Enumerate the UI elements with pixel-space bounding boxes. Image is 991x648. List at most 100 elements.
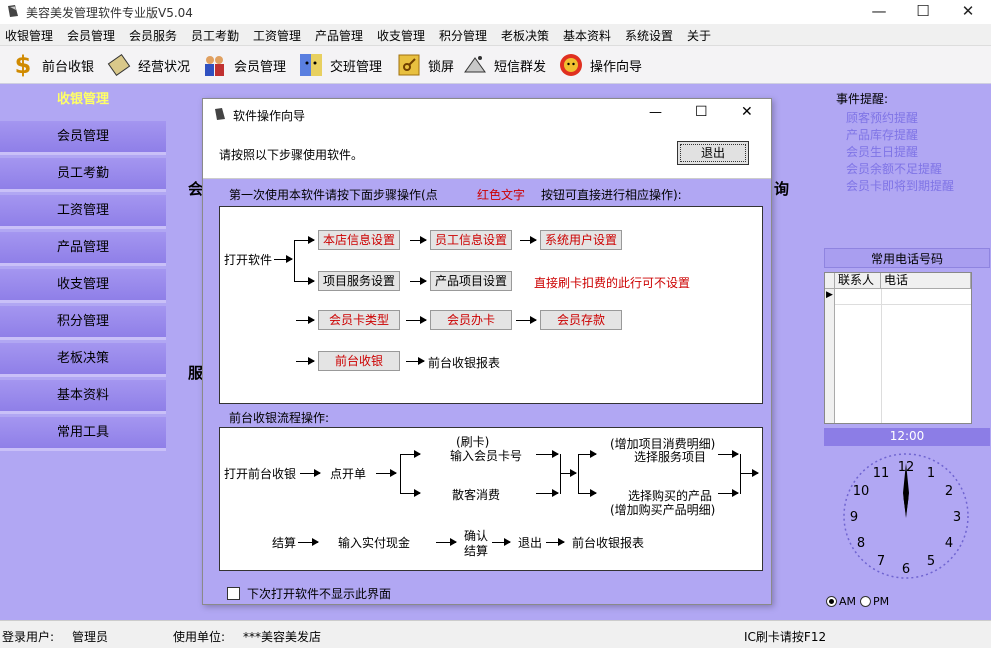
member-card-button[interactable]: 会员办卡: [430, 310, 512, 330]
svg-text:1: 1: [927, 466, 935, 481]
dollar-icon: $: [14, 51, 32, 79]
toolbar-business-button[interactable]: 经营状况: [106, 50, 190, 80]
menu-finance[interactable]: 收支管理: [377, 27, 425, 44]
arrow: [296, 357, 315, 365]
sidebar-item-basic-data[interactable]: 基本资料: [0, 380, 166, 414]
event-link-stock[interactable]: 产品库存提醒: [846, 126, 918, 143]
sidebar-item-boss[interactable]: 老板决策: [0, 343, 166, 377]
sidebar-item-tools[interactable]: 常用工具: [0, 417, 166, 451]
dialog-maximize-button[interactable]: ☐: [695, 104, 708, 120]
arrow: [410, 236, 427, 244]
menu-basic-data[interactable]: 基本资料: [563, 27, 611, 44]
toolbar-members-button[interactable]: 会员管理: [202, 50, 286, 80]
menu-points[interactable]: 积分管理: [439, 27, 487, 44]
menu-bar: 收银管理 会员管理 会员服务 员工考勤 工资管理 产品管理 收支管理 积分管理 …: [0, 24, 991, 46]
toolbar-shift-button[interactable]: 交班管理: [298, 50, 382, 80]
column-header-phone[interactable]: 电话: [881, 273, 971, 289]
first-use-suffix: 按钮可直接进行相应操作):: [541, 188, 682, 202]
cashier-report-label: 前台收银报表: [428, 356, 501, 370]
flow-add-product: (增加购买产品明细): [610, 503, 716, 517]
login-user: 管理员: [72, 630, 109, 644]
arrow: [410, 277, 427, 285]
arrow: [376, 469, 397, 477]
menu-settings[interactable]: 系统设置: [625, 27, 673, 44]
analog-clock: 1212 345 678 91011: [843, 453, 969, 579]
sidebar-item-salary[interactable]: 工资管理: [0, 195, 166, 229]
toolbar-wizard-button[interactable]: 操作向导: [558, 50, 642, 80]
flow-quit: 退出: [518, 536, 543, 550]
menu-products[interactable]: 产品管理: [315, 27, 363, 44]
svg-text:5: 5: [927, 554, 935, 569]
close-button[interactable]: ✕: [945, 0, 991, 24]
arrow: [400, 489, 421, 497]
merge-line: [560, 454, 561, 494]
arrow: [536, 450, 559, 458]
event-link-appointment[interactable]: 顾客预约提醒: [846, 109, 918, 126]
menu-members[interactable]: 会员管理: [67, 27, 115, 44]
arrow: [718, 489, 739, 497]
menu-about[interactable]: 关于: [687, 27, 711, 44]
arrow: [406, 357, 425, 365]
dialog-minimize-button[interactable]: —: [649, 105, 662, 120]
event-link-birthday[interactable]: 会员生日提醒: [846, 143, 918, 160]
toolbar-sms-button[interactable]: 短信群发: [462, 50, 546, 80]
menu-boss[interactable]: 老板决策: [501, 27, 549, 44]
svg-text:8: 8: [857, 536, 865, 551]
dont-show-checkbox[interactable]: [227, 587, 240, 600]
first-use-prefix: 第一次使用本软件请按下面步骤操作(点: [229, 188, 438, 202]
system-user-setup-button[interactable]: 系统用户设置: [540, 230, 623, 250]
sidebar-item-attendance[interactable]: 员工考勤: [0, 158, 166, 192]
phone-list-title: 常用电话号码: [824, 248, 990, 268]
minimize-button[interactable]: —: [856, 0, 902, 24]
am-radio[interactable]: [826, 596, 837, 607]
event-link-balance[interactable]: 会员余额不足提醒: [846, 160, 942, 177]
member-deposit-button[interactable]: 会员存款: [540, 310, 622, 330]
phone-grid[interactable]: 联系人 电话 ▶: [824, 272, 972, 424]
flow-new-order: 点开单: [330, 467, 367, 481]
grid-corner: [825, 273, 835, 289]
sidebar-item-members[interactable]: 会员管理: [0, 121, 166, 155]
arrow: [578, 450, 597, 458]
svg-text:3: 3: [953, 510, 961, 525]
menu-member-service[interactable]: 会员服务: [129, 27, 177, 44]
arrow: [546, 538, 565, 546]
branch-line: [578, 454, 579, 494]
dialog-titlebar: 软件操作向导 — ☐ ✕: [203, 99, 771, 129]
pm-label: PM: [873, 595, 890, 608]
store-info-setup-button[interactable]: 本店信息设置: [318, 230, 401, 250]
dialog-instruction: 请按照以下步骤使用软件。: [219, 148, 364, 162]
service-item-setup-button[interactable]: 项目服务设置: [318, 271, 401, 291]
column-header-contact[interactable]: 联系人: [835, 273, 881, 289]
sidebar-item-finance[interactable]: 收支管理: [0, 269, 166, 303]
flow-title: 前台收银流程操作:: [229, 411, 330, 425]
maximize-button[interactable]: ☐: [900, 0, 946, 24]
sidebar-item-products[interactable]: 产品管理: [0, 232, 166, 266]
menu-salary[interactable]: 工资管理: [253, 27, 301, 44]
sidebar-item-cashier[interactable]: 收银管理: [0, 84, 166, 118]
toolbar-cashier-button[interactable]: $ 前台收银: [10, 50, 94, 80]
exit-button[interactable]: 退出: [677, 141, 749, 165]
sidebar-item-points[interactable]: 积分管理: [0, 306, 166, 340]
svg-text:4: 4: [945, 536, 953, 551]
dialog-app-icon: [215, 108, 225, 120]
event-title: 事件提醒:: [836, 92, 889, 106]
front-cashier-button[interactable]: 前台收银: [318, 351, 400, 371]
toolbar-lock-button[interactable]: 锁屏: [396, 50, 454, 80]
card-type-button[interactable]: 会员卡类型: [318, 310, 400, 330]
staff-info-setup-button[interactable]: 员工信息设置: [430, 230, 513, 250]
menu-attendance[interactable]: 员工考勤: [191, 27, 239, 44]
window-title: 美容美发管理软件专业版V5.04: [26, 6, 193, 20]
flow-confirm-2: 结算: [464, 544, 489, 558]
svg-text:10: 10: [853, 484, 870, 499]
product-item-setup-button[interactable]: 产品项目设置: [430, 271, 513, 291]
dialog-header: 请按照以下步骤使用软件。 退出: [203, 129, 771, 179]
menu-cashier[interactable]: 收银管理: [5, 27, 53, 44]
arrow: [436, 538, 457, 546]
pm-radio[interactable]: [860, 596, 872, 607]
dialog-close-button[interactable]: ✕: [741, 104, 753, 120]
arrow: [294, 236, 315, 244]
grid-col-divider: [881, 289, 882, 423]
flow-checkout: 结算: [272, 536, 297, 550]
event-link-expiry[interactable]: 会员卡即将到期提醒: [846, 177, 954, 194]
arrow: [516, 316, 537, 324]
